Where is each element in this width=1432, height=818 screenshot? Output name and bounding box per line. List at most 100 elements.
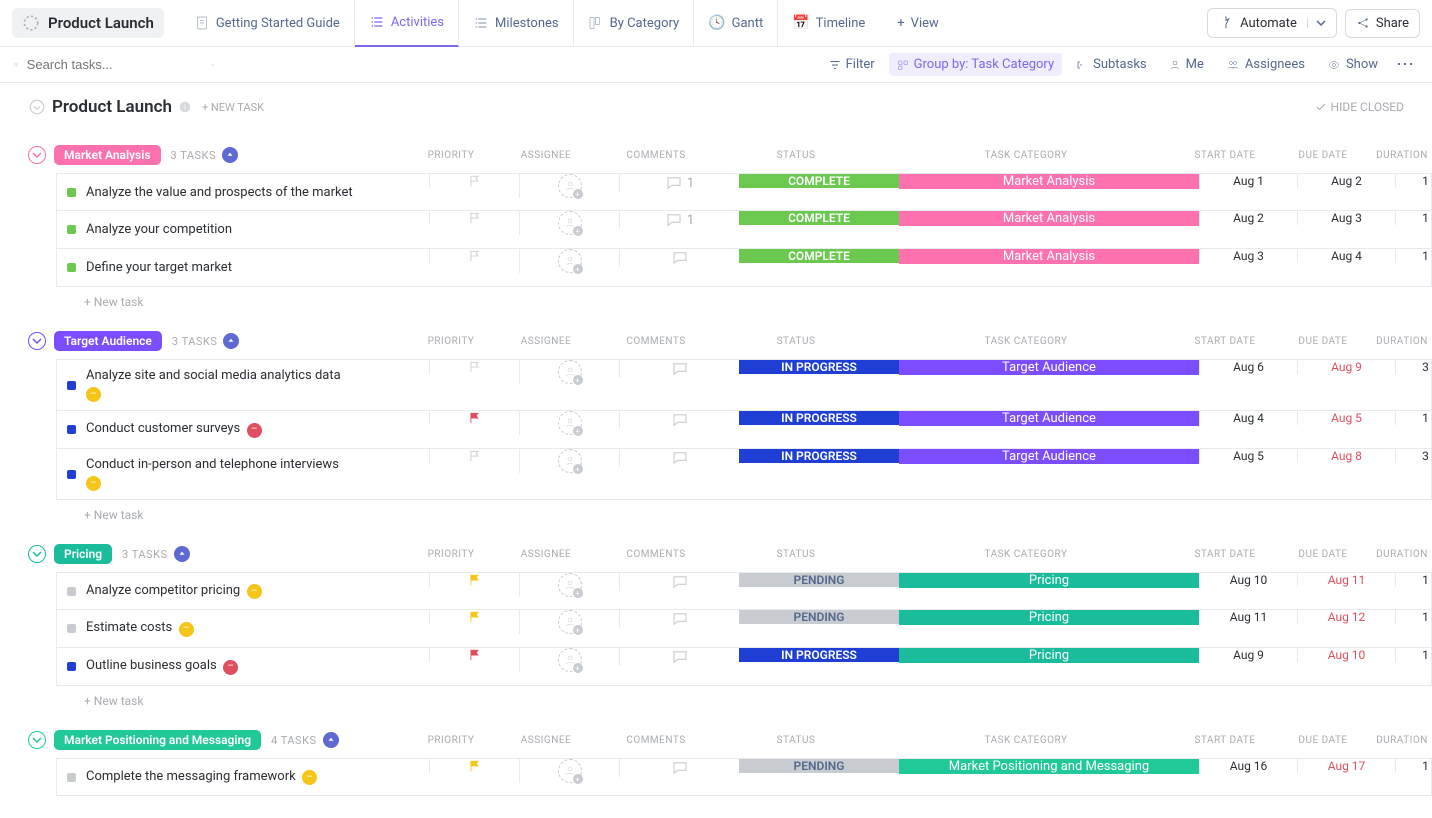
due-date-cell[interactable]: Aug 3: [1297, 211, 1395, 225]
tab-activities[interactable]: Activities: [355, 0, 459, 47]
task-name[interactable]: Complete the messaging framework –: [86, 769, 317, 786]
col-priority[interactable]: PRIORITY: [406, 150, 496, 161]
start-date-cell[interactable]: Aug 16: [1199, 759, 1297, 773]
info-icon[interactable]: i: [178, 100, 192, 114]
col-assignee[interactable]: ASSIGNEE: [496, 549, 596, 560]
status-square-icon[interactable]: [67, 773, 76, 782]
add-view-button[interactable]: + View: [883, 16, 953, 31]
col-due-date[interactable]: DUE DATE: [1274, 336, 1372, 347]
filter-button[interactable]: Filter: [821, 53, 883, 76]
start-date-cell[interactable]: Aug 2: [1199, 211, 1297, 225]
assignee-cell[interactable]: +: [519, 573, 619, 597]
due-date-cell[interactable]: Aug 10: [1297, 648, 1395, 662]
duration-cell[interactable]: 1: [1395, 211, 1432, 225]
comments-cell[interactable]: [619, 249, 739, 267]
start-date-cell[interactable]: Aug 5: [1199, 449, 1297, 463]
priority-cell[interactable]: [429, 249, 519, 263]
task-row[interactable]: Complete the messaging framework – + PEN…: [56, 758, 1432, 796]
more-menu-button[interactable]: ⋯: [1392, 54, 1418, 75]
col-category[interactable]: TASK CATEGORY: [876, 735, 1176, 746]
comments-cell[interactable]: [619, 411, 739, 429]
category-cell[interactable]: Market Analysis: [899, 174, 1199, 189]
assignee-cell[interactable]: +: [519, 759, 619, 783]
assignee-placeholder-icon[interactable]: +: [558, 648, 582, 672]
status-cell[interactable]: PENDING: [739, 610, 899, 624]
due-date-cell[interactable]: Aug 5: [1297, 411, 1395, 425]
category-cell[interactable]: Market Analysis: [899, 211, 1199, 226]
due-date-cell[interactable]: Aug 11: [1297, 573, 1395, 587]
priority-cell[interactable]: [429, 411, 519, 425]
due-date-cell[interactable]: Aug 2: [1297, 174, 1395, 188]
assignee-placeholder-icon[interactable]: +: [558, 249, 582, 273]
duration-cell[interactable]: 1: [1395, 573, 1432, 587]
category-cell[interactable]: Market Positioning and Messaging: [899, 759, 1199, 774]
comments-cell[interactable]: [619, 648, 739, 666]
col-status[interactable]: STATUS: [716, 735, 876, 746]
status-cell[interactable]: IN PROGRESS: [739, 360, 899, 374]
col-category[interactable]: TASK CATEGORY: [876, 336, 1176, 347]
group-name-pill[interactable]: Market Positioning and Messaging: [54, 730, 261, 750]
new-task-button[interactable]: + New task: [84, 500, 1432, 526]
category-cell[interactable]: Target Audience: [899, 449, 1199, 464]
col-assignee[interactable]: ASSIGNEE: [496, 735, 596, 746]
priority-cell[interactable]: [429, 648, 519, 662]
search-input[interactable]: [27, 57, 203, 72]
col-due-date[interactable]: DUE DATE: [1274, 735, 1372, 746]
task-row[interactable]: Analyze the value and prospects of the m…: [56, 173, 1432, 211]
start-date-cell[interactable]: Aug 1: [1199, 174, 1297, 188]
duration-cell[interactable]: 1: [1395, 759, 1432, 773]
start-date-cell[interactable]: Aug 10: [1199, 573, 1297, 587]
col-comments[interactable]: COMMENTS: [596, 150, 716, 161]
due-date-cell[interactable]: Aug 4: [1297, 249, 1395, 263]
start-date-cell[interactable]: Aug 9: [1199, 648, 1297, 662]
assignee-placeholder-icon[interactable]: +: [558, 174, 582, 198]
comments-cell[interactable]: [619, 610, 739, 628]
subtasks-button[interactable]: Subtasks: [1068, 53, 1155, 76]
new-task-button[interactable]: + New task: [84, 686, 1432, 712]
category-cell[interactable]: Market Analysis: [899, 249, 1199, 264]
due-date-cell[interactable]: Aug 12: [1297, 610, 1395, 624]
category-cell[interactable]: Target Audience: [899, 411, 1199, 426]
hide-closed-button[interactable]: HIDE CLOSED: [1315, 100, 1404, 114]
col-start-date[interactable]: START DATE: [1176, 549, 1274, 560]
task-name[interactable]: Analyze competitor pricing –: [86, 583, 262, 600]
task-row[interactable]: Define your target market + COMPLETE Mar…: [56, 249, 1432, 287]
task-row[interactable]: Analyze your competition + 1 COMPLETE Ma…: [56, 211, 1432, 249]
assignee-placeholder-icon[interactable]: +: [558, 411, 582, 435]
comments-cell[interactable]: [619, 573, 739, 591]
duration-cell[interactable]: 1: [1395, 648, 1432, 662]
me-button[interactable]: Me: [1161, 53, 1212, 76]
status-cell[interactable]: PENDING: [739, 573, 899, 587]
status-square-icon[interactable]: [67, 225, 76, 234]
category-cell[interactable]: Pricing: [899, 648, 1199, 663]
comments-cell[interactable]: [619, 759, 739, 777]
tab-timeline[interactable]: 📅Timeline: [778, 0, 879, 47]
group-collapse-toggle[interactable]: [28, 545, 46, 563]
status-cell[interactable]: IN PROGRESS: [739, 648, 899, 662]
col-start-date[interactable]: START DATE: [1176, 150, 1274, 161]
col-due-date[interactable]: DUE DATE: [1274, 549, 1372, 560]
assignee-cell[interactable]: +: [519, 610, 619, 634]
col-duration[interactable]: DURATION: [1372, 735, 1432, 746]
start-date-cell[interactable]: Aug 4: [1199, 411, 1297, 425]
assignee-placeholder-icon[interactable]: +: [558, 211, 582, 235]
tab-getting-started-guide[interactable]: Getting Started Guide: [180, 0, 355, 47]
col-comments[interactable]: COMMENTS: [596, 549, 716, 560]
task-row[interactable]: Conduct in-person and telephone intervie…: [56, 449, 1432, 500]
col-duration[interactable]: DURATION: [1372, 150, 1432, 161]
assignee-cell[interactable]: +: [519, 174, 619, 198]
assignee-cell[interactable]: +: [519, 449, 619, 473]
category-cell[interactable]: Pricing: [899, 573, 1199, 588]
assignee-cell[interactable]: +: [519, 411, 619, 435]
assignee-placeholder-icon[interactable]: +: [558, 360, 582, 384]
duration-cell[interactable]: 3: [1395, 360, 1432, 374]
col-priority[interactable]: PRIORITY: [406, 336, 496, 347]
task-row[interactable]: Outline business goals – + IN PROGRESS P…: [56, 648, 1432, 686]
priority-cell[interactable]: [429, 449, 519, 463]
show-button[interactable]: Show: [1319, 53, 1386, 76]
chevron-down-icon[interactable]: [211, 60, 214, 70]
group-collapse-toggle[interactable]: [28, 731, 46, 749]
share-button[interactable]: Share: [1345, 9, 1420, 38]
col-assignee[interactable]: ASSIGNEE: [496, 150, 596, 161]
task-name[interactable]: Conduct in-person and telephone intervie…: [86, 457, 339, 472]
